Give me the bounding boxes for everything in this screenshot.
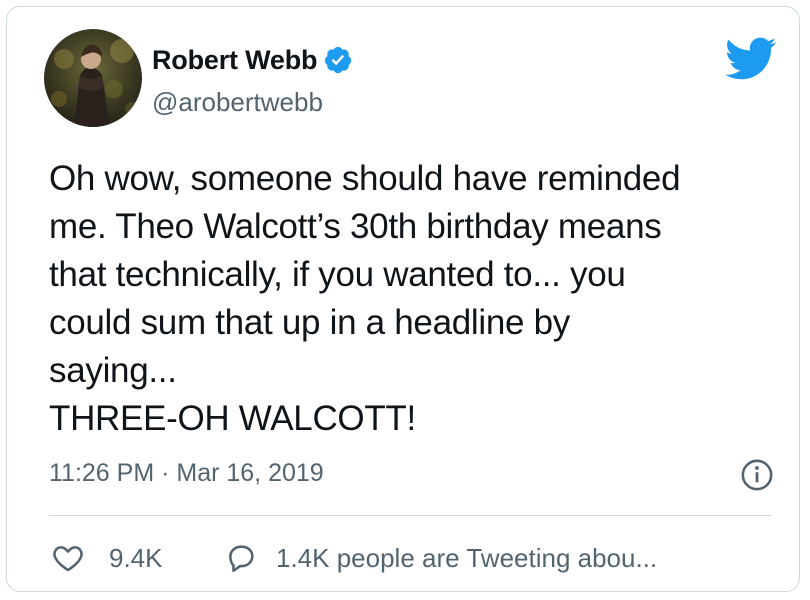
- conversation-text: 1.4K people are Tweeting abou...: [276, 542, 658, 573]
- avatar[interactable]: [44, 29, 142, 127]
- verified-badge-icon: [323, 45, 353, 75]
- info-icon[interactable]: [740, 458, 774, 492]
- twitter-bird-icon[interactable]: [725, 37, 777, 81]
- user-handle[interactable]: @arobertwebb: [152, 87, 323, 118]
- like-count: 9.4K: [109, 542, 163, 573]
- speech-bubble-icon: [224, 541, 258, 575]
- conversation-link[interactable]: 1.4K people are Tweeting abou...: [224, 538, 657, 578]
- avatar-photo: [44, 29, 142, 127]
- heart-icon: [51, 541, 85, 575]
- tweet-card: Robert Webb @arobertwebb Oh wow, someone…: [6, 6, 800, 592]
- divider: [49, 515, 771, 516]
- like-button[interactable]: 9.4K: [51, 538, 163, 578]
- tweet-text: Oh wow, someone should have reminded me.…: [49, 159, 681, 438]
- display-name-row[interactable]: Robert Webb: [152, 42, 353, 78]
- display-name: Robert Webb: [152, 44, 318, 75]
- tweet-timestamp[interactable]: 11:26 PM · Mar 16, 2019: [49, 459, 324, 488]
